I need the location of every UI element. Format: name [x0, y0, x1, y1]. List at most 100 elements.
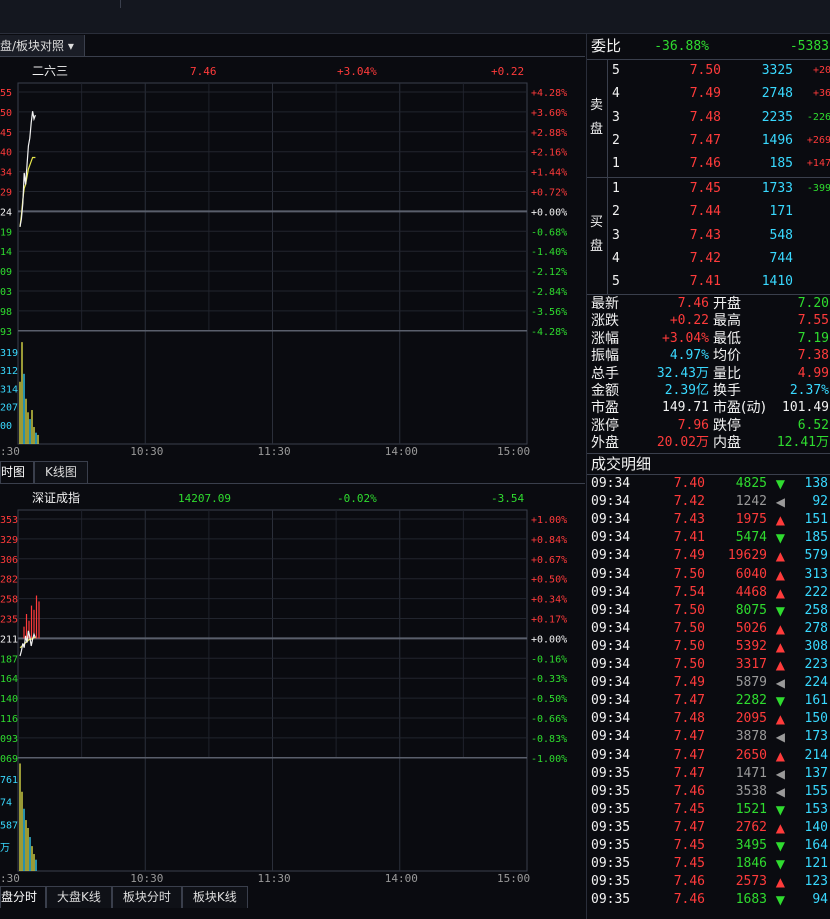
quote-value: 4.97%	[669, 348, 709, 364]
x-tick: 15:00	[497, 872, 530, 885]
bids-row[interactable]: 3 7.43 548	[607, 225, 830, 247]
trade-count: 223	[804, 657, 828, 672]
quote-label: 最高	[713, 313, 741, 330]
tab-intraday[interactable]: 时图	[0, 461, 35, 483]
quote-label: 最新	[591, 296, 619, 312]
y-tick-left: 24	[0, 207, 12, 218]
level-number: 3	[612, 109, 620, 125]
x-tick: 14:00	[385, 445, 418, 458]
trade-price: 7.47	[673, 747, 705, 763]
trade-row[interactable]: 09:34 7.54 4468 ▲ 222	[587, 584, 830, 602]
trade-row[interactable]: 09:34 7.48 2095 ▲ 150	[587, 710, 830, 728]
trade-time: 09:35	[591, 783, 631, 799]
trade-count: 173	[804, 729, 828, 745]
asks-row[interactable]: 1 7.46 185 +147	[607, 153, 830, 175]
trade-row[interactable]: 09:34 7.43 1975 ▲ 151	[587, 511, 830, 529]
trade-row[interactable]: 09:35 7.46 1683 ▼ 94	[587, 891, 830, 909]
quote-value: 149.71	[662, 400, 709, 416]
trade-row[interactable]: 09:34 7.50 5026 ▲ 278	[587, 620, 830, 638]
asks-row[interactable]: 4 7.49 2748 +36	[607, 83, 830, 105]
volume: 1410	[761, 274, 793, 290]
trade-count: 313	[804, 566, 828, 582]
quote-row: 涨幅 +3.04% 最低 7.19	[587, 330, 830, 348]
bids-row[interactable]: 5 7.41 1410	[607, 271, 830, 293]
bids-row[interactable]: 2 7.44 171	[607, 201, 830, 223]
arrow-left-icon: ◀	[775, 730, 785, 745]
trade-row[interactable]: 09:35 7.45 1521 ▼ 153	[587, 801, 830, 819]
trade-row[interactable]: 09:35 7.47 2762 ▲ 140	[587, 819, 830, 837]
trade-row[interactable]: 09:34 7.47 2282 ▼ 161	[587, 692, 830, 710]
trade-list[interactable]: 09:34 7.40 4825 ▼ 138 09:34 7.42 1242 ◀ 92 09:34 7.…	[587, 475, 830, 919]
y-tick-right: -3.56%	[531, 307, 567, 318]
trade-volume: 1521	[735, 801, 767, 817]
trade-time: 09:34	[591, 476, 631, 491]
tab-market-kline[interactable]: 大盘K线	[46, 886, 112, 908]
trade-row[interactable]: 09:34 7.50 5392 ▲ 308	[587, 638, 830, 656]
trade-count: 224	[804, 675, 828, 691]
arrow-up-icon: ▲	[775, 748, 785, 763]
trade-volume: 4825	[735, 476, 767, 491]
chart-price: 7.46	[190, 65, 217, 78]
tab-sector-kline[interactable]: 板块K线	[181, 886, 248, 908]
trade-row[interactable]: 09:34 7.49 5879 ◀ 224	[587, 674, 830, 692]
trade-row[interactable]: 09:34 7.49 19629 ▲ 579	[587, 547, 830, 565]
trade-volume: 1846	[735, 856, 767, 872]
bids-row[interactable]: 4 7.42 744	[607, 248, 830, 270]
y-tick-right: -0.33%	[531, 674, 567, 685]
trade-row[interactable]: 09:34 7.42 1242 ◀ 92	[587, 493, 830, 511]
chart-title: 深证成指	[32, 490, 80, 505]
x-tick: 14:00	[385, 872, 418, 885]
arrow-down-icon: ▼	[775, 531, 785, 546]
level-number: 3	[612, 227, 620, 243]
tab-market-intraday[interactable]: 盘分时	[0, 886, 47, 908]
trade-row[interactable]: 09:35 7.46 2573 ▲ 123	[587, 873, 830, 891]
tab-kline[interactable]: K线图	[34, 461, 88, 483]
trade-volume: 5879	[735, 675, 767, 691]
chart-mode-dropdown[interactable]: 盘/板块对照 ▾	[0, 35, 85, 57]
y-tick-left: 09	[0, 267, 12, 278]
trade-price: 7.50	[673, 566, 705, 582]
trade-count: 308	[804, 638, 828, 654]
y-tick-right: +3.60%	[531, 108, 567, 119]
trade-row[interactable]: 09:34 7.50 8075 ▼ 258	[587, 602, 830, 620]
arrow-up-icon: ▲	[775, 658, 785, 672]
trade-count: 92	[812, 494, 828, 510]
trade-time: 09:35	[591, 819, 631, 835]
trade-row[interactable]: 09:34 7.47 2650 ▲ 214	[587, 747, 830, 765]
trade-row[interactable]: 09:35 7.45 1846 ▼ 121	[587, 855, 830, 873]
trade-volume: 3495	[735, 838, 767, 853]
weibi-value: -5383	[789, 39, 829, 54]
trade-row[interactable]: 09:35 7.45 3495 ▼ 164	[587, 837, 830, 855]
trade-row[interactable]: 09:35 7.47 1471 ◀ 137	[587, 765, 830, 783]
trade-time: 09:34	[591, 711, 631, 727]
volume-change: -399	[806, 183, 830, 194]
tab-sector-intraday[interactable]: 板块分时	[111, 886, 182, 908]
trade-time: 09:34	[591, 548, 631, 564]
y-tick-left: 93	[0, 327, 12, 338]
y-tick-right: +0.72%	[531, 188, 567, 199]
trade-row[interactable]: 09:34 7.40 4825 ▼ 138	[587, 475, 830, 493]
trade-row[interactable]: 09:34 7.41 5474 ▼ 185	[587, 529, 830, 547]
trade-price: 7.45	[673, 801, 705, 817]
quote-value: 7.96	[677, 417, 709, 433]
bids-row[interactable]: 1 7.45 1733 -399	[607, 178, 830, 200]
trade-time: 09:34	[591, 657, 631, 672]
trade-count: 140	[804, 819, 828, 835]
trade-count: 138	[804, 476, 828, 491]
trade-row[interactable]: 09:34 7.50 6040 ▲ 313	[587, 566, 830, 584]
arrow-up-icon: ▲	[775, 567, 785, 582]
quote-row: 外盘 20.02万 内盘 12.41万	[587, 434, 830, 452]
y-tick-right: -0.68%	[531, 227, 567, 238]
trade-row[interactable]: 09:35 7.46 3538 ◀ 155	[587, 783, 830, 801]
level-number: 2	[612, 132, 620, 148]
trade-time: 09:34	[591, 620, 631, 636]
volume: 2748	[761, 86, 793, 102]
trade-row[interactable]: 09:34 7.50 3317 ▲ 223	[587, 656, 830, 674]
asks-row[interactable]: 3 7.48 2235 -226	[607, 107, 830, 129]
trade-row[interactable]: 09:34 7.47 3878 ◀ 173	[587, 728, 830, 746]
bid-list: 1 7.45 1733 -399 2 7.44 171 3 7.43 548 4 7.42 744 5 7.…	[607, 178, 830, 294]
chart-change: +0.22	[491, 65, 524, 78]
asks-row[interactable]: 2 7.47 1496 +269	[607, 130, 830, 152]
asks-row[interactable]: 5 7.50 3325 +20	[607, 60, 830, 82]
quote-label: 市盈(动)	[713, 400, 766, 417]
